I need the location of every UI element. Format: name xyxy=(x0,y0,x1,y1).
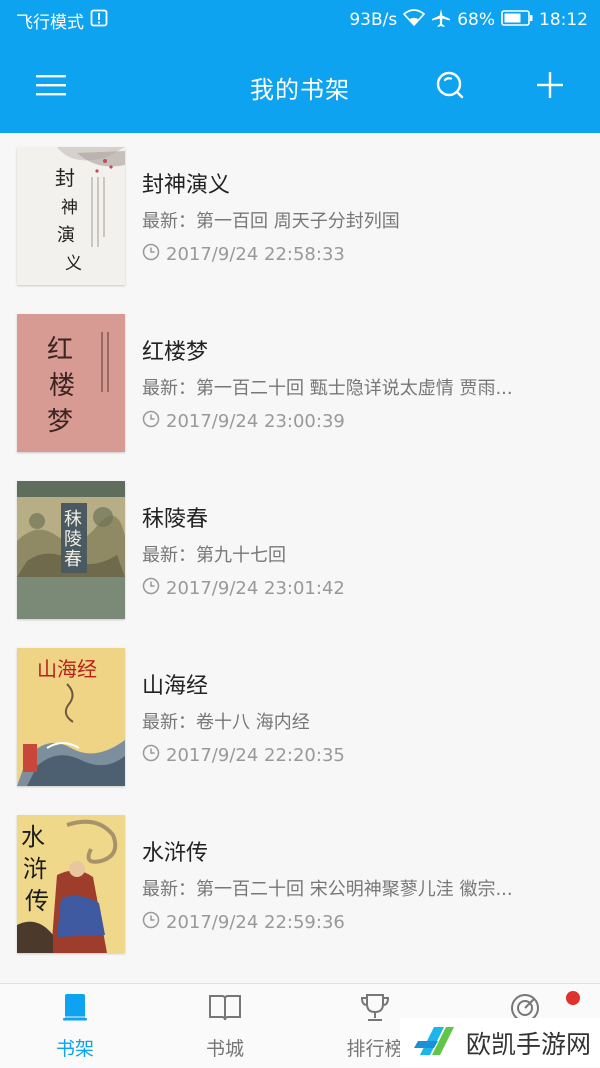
tab-bookstore[interactable]: 书城 xyxy=(150,984,300,1068)
clock-icon xyxy=(142,744,160,767)
airplane-icon xyxy=(431,8,451,33)
svg-text:陵: 陵 xyxy=(64,529,82,550)
airplane-mode-label: 飞行模式 xyxy=(16,12,84,33)
update-time-value: 2017/9/24 22:58:33 xyxy=(166,244,345,265)
svg-text:神: 神 xyxy=(61,198,78,218)
search-button[interactable] xyxy=(425,62,475,112)
app-bar: 我的书架 xyxy=(0,40,600,133)
book-item[interactable]: 水 浒 传 水浒传 最新：第一百二十回 宋公明神聚蓼儿洼 徽宗... 2017/… xyxy=(0,801,600,968)
notification-alert-icon xyxy=(90,9,108,32)
book-cover: 水 浒 传 xyxy=(17,815,125,953)
latest-chapter: 最新：卷十八 海内经 xyxy=(142,712,310,733)
update-time-value: 2017/9/24 23:00:39 xyxy=(166,411,345,432)
svg-text:水: 水 xyxy=(21,823,45,851)
trophy-icon xyxy=(357,992,393,1024)
watermark-text: 欧凯手游网 xyxy=(466,1029,592,1059)
book-cover: 红 楼 梦 xyxy=(17,314,125,452)
watermark: 欧凯手游网 xyxy=(400,1018,600,1067)
svg-text:传: 传 xyxy=(25,887,49,915)
book-cover: 山海经 xyxy=(17,648,125,786)
book-item[interactable]: 秣 陵 春 秣陵春 最新：第九十七回 2017/9/24 23:01:42 xyxy=(0,467,600,634)
book-cover: 封 神 演 义 xyxy=(17,147,125,285)
svg-text:春: 春 xyxy=(64,549,82,570)
open-book-icon xyxy=(207,992,243,1024)
svg-text:义: 义 xyxy=(65,254,82,274)
update-time-value: 2017/9/24 23:01:42 xyxy=(166,578,345,599)
tab-bookshelf[interactable]: 书架 xyxy=(0,984,150,1068)
update-time: 2017/9/24 22:20:35 xyxy=(142,744,345,767)
book-item[interactable]: 封 神 演 义 封神演义 最新：第一百回 周天子分封列国 2017/9/24 2… xyxy=(0,133,600,300)
svg-text:梦: 梦 xyxy=(47,407,73,437)
update-time-value: 2017/9/24 22:20:35 xyxy=(166,745,345,766)
latest-chapter: 最新：第一百二十回 宋公明神聚蓼儿洼 徽宗... xyxy=(142,879,513,900)
update-time: 2017/9/24 22:58:33 xyxy=(142,243,345,266)
bookshelf-icon xyxy=(57,992,93,1024)
status-bar: 飞行模式 93B/s 68% 18:12 xyxy=(0,0,600,40)
svg-text:山海经: 山海经 xyxy=(37,657,97,681)
network-speed: 93B/s xyxy=(349,10,398,30)
svg-text:演: 演 xyxy=(57,225,75,246)
svg-text:秣: 秣 xyxy=(64,509,82,530)
clock-icon xyxy=(142,410,160,433)
svg-text:楼: 楼 xyxy=(49,371,75,401)
latest-chapter: 最新：第九十七回 xyxy=(142,545,286,566)
clock-icon xyxy=(142,911,160,934)
battery-percent: 68% xyxy=(457,10,495,30)
book-cover: 秣 陵 春 xyxy=(17,481,125,619)
svg-text:浒: 浒 xyxy=(23,855,47,883)
cover-text-char: 封 xyxy=(55,166,75,190)
svg-text:红: 红 xyxy=(47,335,73,365)
tab-label: 书架 xyxy=(55,1038,94,1060)
battery-icon xyxy=(501,9,533,31)
tab-label: 书城 xyxy=(205,1038,244,1060)
bookshelf-list: 封 神 演 义 封神演义 最新：第一百回 周天子分封列国 2017/9/24 2… xyxy=(0,133,600,968)
update-time: 2017/9/24 23:00:39 xyxy=(142,410,345,433)
clock-icon xyxy=(142,577,160,600)
search-icon xyxy=(435,70,465,104)
update-time: 2017/9/24 23:01:42 xyxy=(142,577,345,600)
clock: 18:12 xyxy=(539,10,588,30)
update-time-value: 2017/9/24 22:59:36 xyxy=(166,912,345,933)
clock-icon xyxy=(142,243,160,266)
book-title: 秣陵春 xyxy=(142,507,209,532)
book-item[interactable]: 红 楼 梦 红楼梦 最新：第一百二十回 甄士隐详说太虚情 贾雨... 2017/… xyxy=(0,300,600,467)
watermark-logo-icon xyxy=(414,1021,458,1065)
wifi-icon xyxy=(403,8,426,32)
book-title: 红楼梦 xyxy=(142,340,209,365)
latest-chapter: 最新：第一百回 周天子分封列国 xyxy=(142,211,400,232)
latest-chapter: 最新：第一百二十回 甄士隐详说太虚情 贾雨... xyxy=(142,378,513,399)
book-title: 封神演义 xyxy=(142,173,231,198)
book-title: 水浒传 xyxy=(142,841,209,866)
page-title: 我的书架 xyxy=(250,76,350,104)
add-book-button[interactable] xyxy=(525,62,575,112)
add-icon xyxy=(536,71,564,103)
book-title: 山海经 xyxy=(142,674,209,699)
notification-dot xyxy=(566,991,580,1005)
update-time: 2017/9/24 22:59:36 xyxy=(142,911,345,934)
book-item[interactable]: 山海经 山海经 最新：卷十八 海内经 2017/9/24 22:20:35 xyxy=(0,634,600,801)
